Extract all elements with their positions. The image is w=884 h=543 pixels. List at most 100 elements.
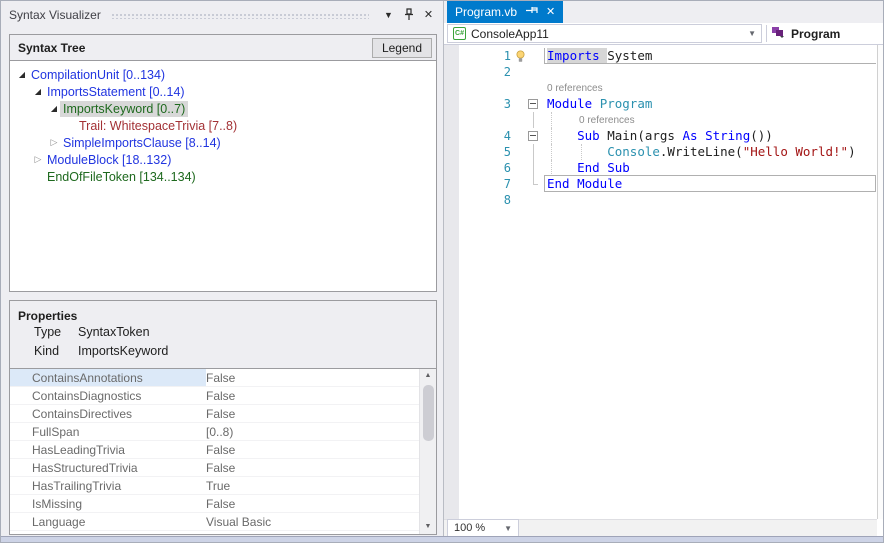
property-value: False [206, 461, 436, 475]
navbar-separator [766, 25, 767, 42]
outlining-line [533, 144, 534, 160]
collapse-icon[interactable]: ◢ [48, 104, 60, 113]
tree-node-label: CompilationUnit [0..134) [28, 67, 168, 83]
tree-node-label: ModuleBlock [18..132) [44, 152, 174, 168]
tree-node[interactable]: ▷SimpleImportsClause [8..14) [10, 134, 436, 151]
code-text: Console.WriteLine("Hello World!") [547, 144, 856, 160]
tree-node[interactable]: ▷ModuleBlock [18..132) [10, 151, 436, 168]
code-line[interactable]: 6 End Sub [444, 160, 877, 176]
property-row[interactable]: LanguageVisual Basic [10, 513, 436, 531]
property-value: False [206, 497, 436, 511]
property-value: False [206, 443, 436, 457]
pin-icon[interactable] [400, 6, 417, 23]
code-editor[interactable]: 1 Imports System 2 0 references3Module Prog… [444, 45, 877, 519]
editor-bottom-bar: 100 % ▼ [444, 519, 877, 536]
zoom-level-dropdown[interactable]: 100 % ▼ [447, 519, 519, 537]
collapse-icon[interactable]: ◢ [16, 70, 28, 79]
tool-window-titlebar[interactable]: Syntax Visualizer ▼ ✕ [1, 1, 443, 28]
document-tab-strip: Program.vb ✕ [444, 1, 883, 23]
navigation-bar: C# ConsoleApp11 ▼ Program [444, 23, 883, 45]
property-name: ContainsDiagnostics [10, 387, 206, 404]
scroll-up-icon[interactable]: ▲ [425, 369, 432, 383]
properties-header: Properties [10, 301, 436, 323]
codelens-row[interactable]: 0 references [444, 80, 877, 96]
properties-panel: Properties Type SyntaxToken Kind Imports… [9, 300, 437, 535]
property-name: IsMissing [10, 495, 206, 512]
type-value: SyntaxToken [78, 323, 150, 342]
legend-button[interactable]: Legend [372, 38, 432, 58]
property-value: False [206, 407, 436, 421]
window-bottom-border [1, 536, 883, 542]
line-number: 1 [464, 48, 511, 64]
property-value: False [206, 371, 436, 385]
property-kind-row: Kind ImportsKeyword [10, 342, 436, 361]
editor-pane: Program.vb ✕ C# ConsoleApp11 ▼ [444, 1, 883, 536]
property-row[interactable]: HasTrailingTriviaTrue [10, 477, 436, 495]
syntax-tree[interactable]: ◢CompilationUnit [0..134)◢ImportsStateme… [10, 60, 436, 291]
editor-vertical-scrollbar[interactable] [877, 45, 883, 519]
property-row[interactable]: ContainsDirectivesFalse [10, 405, 436, 423]
tree-node-label: ImportsStatement [0..14) [44, 84, 188, 100]
property-grid-scrollbar[interactable]: ▲ ▼ [419, 369, 436, 534]
fold-collapse-toggle[interactable] [528, 131, 538, 141]
expand-icon[interactable]: ▷ [48, 137, 60, 148]
property-row[interactable]: FullSpan[0..8) [10, 423, 436, 441]
line-number: 5 [464, 144, 511, 160]
project-dropdown[interactable]: C# ConsoleApp11 ▼ [447, 24, 762, 43]
property-name: ContainsAnnotations [10, 369, 206, 386]
collapse-icon[interactable]: ◢ [32, 87, 44, 96]
property-row[interactable]: ContainsDiagnosticsFalse [10, 387, 436, 405]
codelens-references[interactable]: 0 references [579, 113, 635, 129]
tab-close-icon[interactable]: ✕ [546, 7, 555, 18]
code-line[interactable]: 7End Module [444, 176, 877, 192]
project-icon: C# [453, 27, 466, 40]
property-name: HasTrailingTrivia [10, 477, 206, 494]
tab-pin-icon[interactable] [525, 5, 538, 19]
tab-program-vb[interactable]: Program.vb ✕ [447, 1, 563, 23]
fold-collapse-toggle[interactable] [528, 99, 538, 109]
zoom-level-value: 100 % [454, 522, 485, 534]
tree-node[interactable]: Trail: WhitespaceTrivia [7..8) [10, 117, 436, 134]
code-text: Imports System [547, 48, 652, 64]
syntax-tree-header: Syntax Tree [18, 41, 85, 55]
tree-node[interactable]: ◢ImportsKeyword [0..7) [10, 100, 436, 117]
property-value: True [206, 479, 436, 493]
member-dropdown[interactable]: Program [772, 24, 879, 43]
window-position-menu-icon[interactable]: ▼ [380, 6, 397, 23]
scroll-down-icon[interactable]: ▼ [425, 520, 432, 534]
expand-icon[interactable]: ▷ [32, 154, 44, 165]
line-number: 8 [464, 192, 511, 208]
tab-title: Program.vb [455, 5, 517, 19]
outlining-line [533, 160, 534, 176]
scrollbar-thumb[interactable] [423, 385, 434, 441]
outlining-end [533, 176, 538, 185]
tree-node[interactable]: ◢CompilationUnit [0..134) [10, 66, 436, 83]
close-icon[interactable]: ✕ [420, 6, 437, 23]
code-line[interactable]: 1 Imports System [444, 48, 877, 64]
tree-node-label: EndOfFileToken [134..134) [44, 169, 199, 185]
codelens-references[interactable]: 0 references [547, 81, 603, 97]
code-line[interactable]: 4 Sub Main(args As String()) [444, 128, 877, 144]
property-row[interactable]: HasLeadingTriviaFalse [10, 441, 436, 459]
syntax-tree-panel: Syntax Tree Legend ◢CompilationUnit [0..… [9, 34, 437, 292]
titlebar-grip-texture [111, 13, 369, 19]
tree-node-label: SimpleImportsClause [8..14) [60, 135, 224, 151]
property-row[interactable]: ContainsAnnotationsFalse [10, 369, 436, 387]
code-line[interactable]: 2 [444, 64, 877, 80]
chevron-down-icon[interactable]: ▼ [748, 29, 756, 38]
chevron-down-icon[interactable]: ▼ [504, 524, 512, 533]
code-line[interactable]: 3Module Program [444, 96, 877, 112]
line-number: 2 [464, 64, 511, 80]
property-grid[interactable]: ▲ ▼ ContainsAnnotationsFalseContainsDiag… [10, 368, 436, 534]
code-line[interactable]: 8 [444, 192, 877, 208]
property-type-row: Type SyntaxToken [10, 323, 436, 342]
outlining-line [533, 112, 534, 128]
property-row[interactable]: HasStructuredTriviaFalse [10, 459, 436, 477]
code-line[interactable]: 5 Console.WriteLine("Hello World!") [444, 144, 877, 160]
codelens-row[interactable]: 0 references [444, 112, 877, 128]
property-value: Visual Basic [206, 515, 436, 529]
project-name: ConsoleApp11 [471, 27, 549, 41]
property-row[interactable]: IsMissingFalse [10, 495, 436, 513]
tree-node[interactable]: EndOfFileToken [134..134) [10, 168, 436, 185]
tree-node[interactable]: ◢ImportsStatement [0..14) [10, 83, 436, 100]
